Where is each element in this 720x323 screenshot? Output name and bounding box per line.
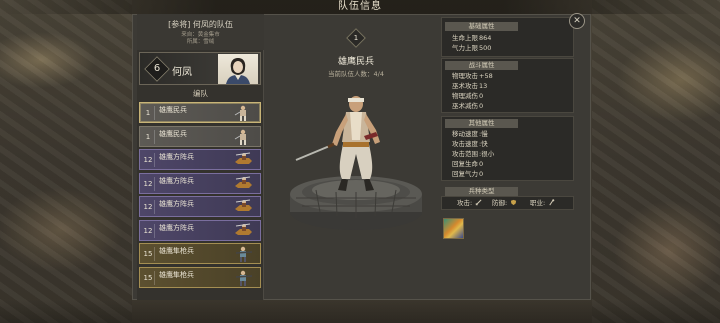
unit-row[interactable]: 12 雄鹰方阵兵 [139,149,261,170]
gunner-icon [232,270,254,286]
unit-row[interactable]: 1 雄鹰民兵 [139,102,261,123]
unit-row[interactable]: 15 雄鹰隼枪兵 [139,266,261,288]
unit-level-badge: 12 [142,200,155,214]
unit-row-name: 雄鹰方阵兵 [159,153,194,161]
stat-attack-speed: 攻击速度:快 [452,140,488,148]
unit-level-badge: 15 [142,247,155,261]
background-right [592,0,720,323]
defense-type-label: 防御: [492,199,508,207]
cavalry-icon [232,223,254,239]
stat-hp-max: 生命上限864 [452,34,492,42]
team-header: [参将] 何凤的队伍 来自：黄金集市 所属：雪绒 [137,14,264,50]
swordsman-icon [232,105,254,121]
leader-card[interactable]: 6 何凤 [139,52,261,85]
unit-row-name: 雄鹰隼枪兵 [159,270,194,279]
stat-attack-range: 攻击范围:很小 [452,150,495,158]
gunner-icon [232,246,254,262]
unit-level-badge: 15 [142,270,155,285]
unit-showcase: 1 雄鹰民兵 当前队伍人数：4/4 [276,14,436,269]
unit-level-badge: 1 [142,129,155,144]
formation-title: 编队 [193,89,208,98]
unit-row[interactable]: 1 雄鹰民兵 [139,125,261,147]
stat-stamina-max: 气力上限500 [452,44,492,52]
unit-row-name: 雄鹰隼枪兵 [159,247,194,255]
unit-row-name: 雄鹰民兵 [159,106,187,114]
base-stats-header: 基础属性 [445,22,518,31]
unit-row-name: 雄鹰民兵 [159,129,187,138]
leader-level: 6 [153,63,161,74]
stat-move-speed: 移动速度:慢 [452,130,488,138]
leader-name: 何凤 [172,67,192,78]
swordsman-icon [232,129,254,145]
bottom-bar [0,300,720,323]
unit-level-badge: 12 [142,153,155,167]
cavalry-icon [232,176,254,192]
stat-magic-reduction: 巫术减伤0 [452,102,484,110]
window-title: 队伍信息 [0,0,720,14]
unit-skill-icon[interactable] [443,218,464,239]
stat-hp-regen: 回复生命0 [452,160,484,168]
class-type-label: 职业: [530,199,546,207]
class-type: 职业: [530,199,555,207]
unit-row[interactable]: 12 雄鹰方阵兵 [139,196,261,217]
team-affiliation: 所属：雪绒 [186,39,215,45]
defense-type: 防御: [492,199,517,207]
unit-level-badge: 12 [142,223,155,238]
combat-stats-header: 战斗属性 [445,61,518,70]
cavalry-icon [232,199,254,215]
attack-type: 攻击: [457,199,482,207]
unit-level-badge: 1 [142,106,155,120]
stat-stamina-regen: 回复气力0 [452,170,484,178]
cavalry-icon [232,152,254,168]
leader-portrait [218,54,258,84]
unit-row-name: 雄鹰方阵兵 [159,200,194,208]
unit-row[interactable]: 15 雄鹰隼枪兵 [139,243,261,264]
stat-magic-attack: 巫术攻击13 [452,82,488,90]
stat-physical-attack: 物理攻击+58 [452,72,493,80]
unit-row-name: 雄鹰方阵兵 [159,176,194,185]
unit-type-header: 兵种类型 [445,187,518,196]
stat-physical-reduction: 物理减伤0 [452,92,484,100]
unit-level-badge: 12 [142,176,155,191]
shield-icon [511,199,517,206]
attack-type-label: 攻击: [457,199,473,207]
unit-row[interactable]: 12 雄鹰方阵兵 [139,172,261,194]
staff-icon [549,199,555,206]
team-name: [参将] 何凤的队伍 [168,20,233,29]
close-button[interactable]: ✕ [569,13,585,29]
sword-icon [475,199,482,206]
background-left [0,0,132,323]
close-icon: ✕ [573,16,581,26]
formation-column: [参将] 何凤的队伍 来自：黄金集市 所属：雪绒 6 何凤 编队 1 雄鹰民兵 1 雄… [137,14,264,300]
team-origin: 来自：黄金集市 [181,32,220,38]
unit-row[interactable]: 12 雄鹰方阵兵 [139,219,261,241]
unit-3d-model [290,96,422,230]
unit-row-name: 雄鹰方阵兵 [159,223,194,232]
other-stats-header: 其他属性 [445,119,518,128]
